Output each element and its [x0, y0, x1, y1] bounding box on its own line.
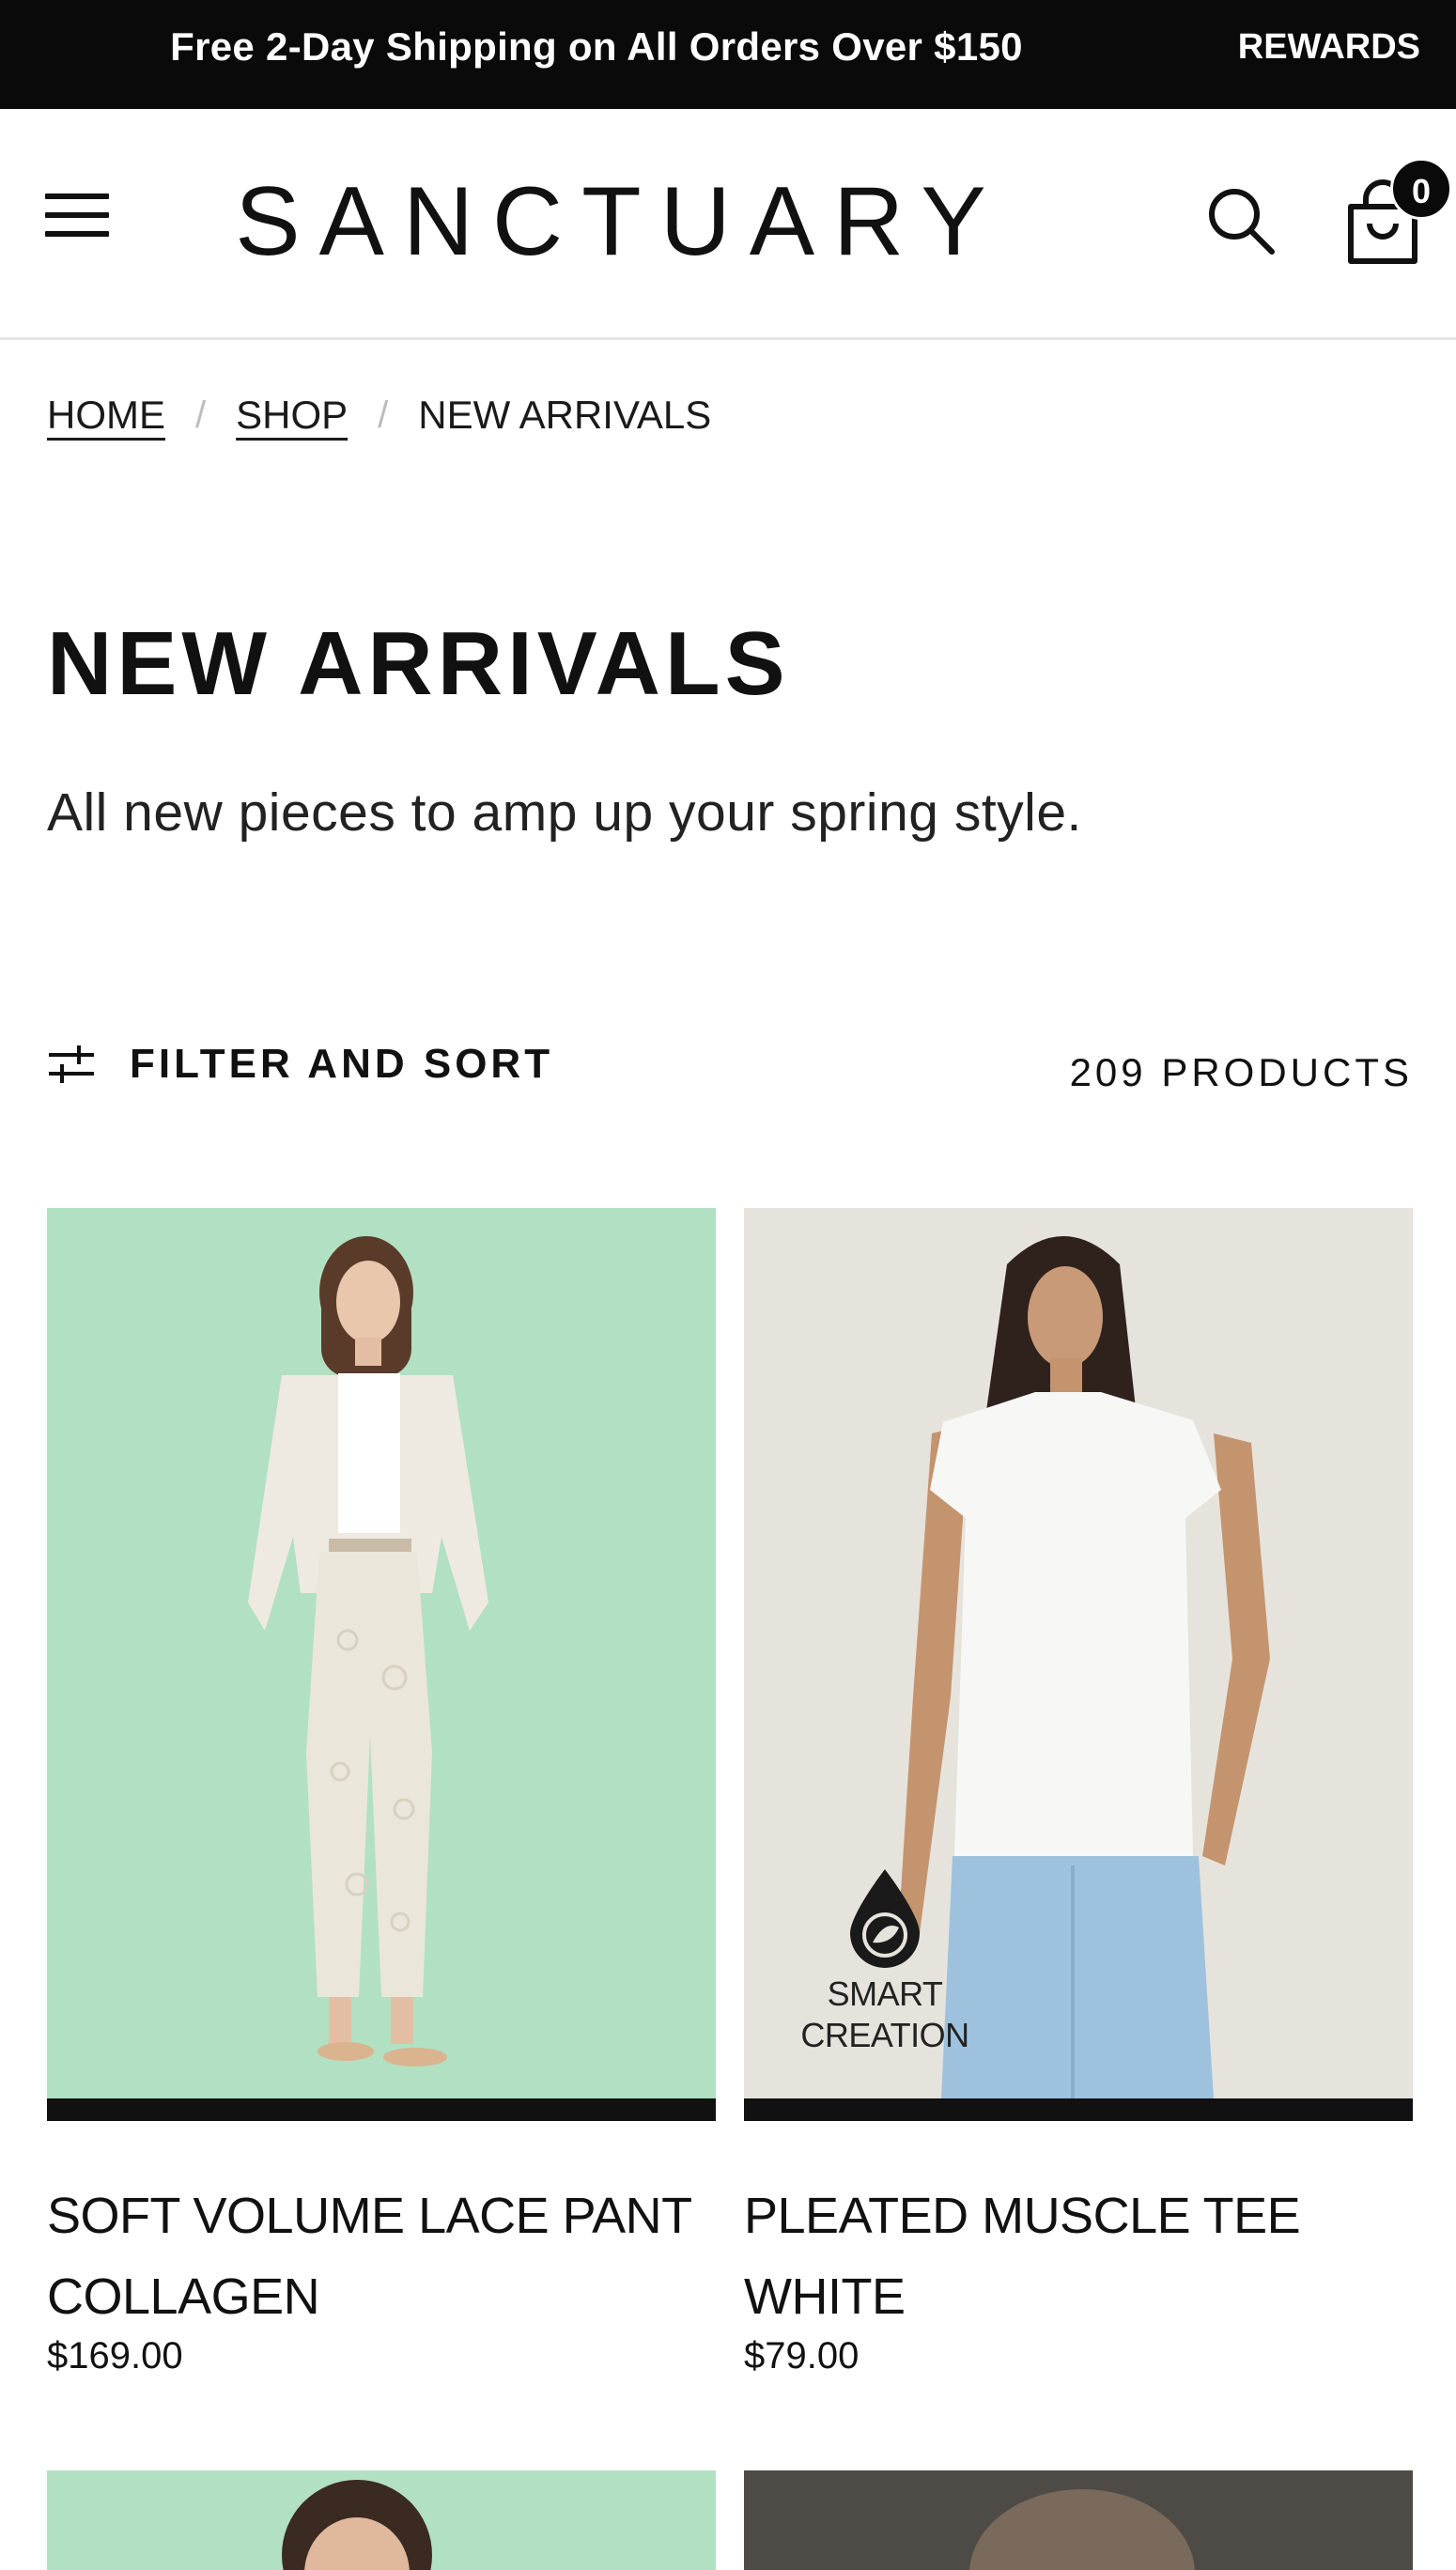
site-header: SANCTUARY 0: [0, 109, 1456, 340]
search-icon[interactable]: [1202, 182, 1278, 257]
breadcrumb-separator: /: [378, 394, 389, 436]
smart-creation-badge: SMART CREATION: [772, 1866, 998, 2056]
product-price: $79.00: [744, 2335, 860, 2376]
product-image[interactable]: [47, 1208, 716, 2098]
announcement-bar: Free 2-Day Shipping on All Orders Over $…: [0, 0, 1456, 109]
rewards-link[interactable]: REWARDS: [1238, 0, 1420, 94]
page-title: NEW ARRIVALS: [47, 613, 790, 714]
image-progress-bar: [744, 2098, 1413, 2121]
filter-sliders-icon: [49, 1045, 94, 1083]
filter-and-sort-label: FILTER AND SORT: [130, 1041, 554, 1087]
product-card[interactable]: SOFT VOLUME LACE PANT COLLAGEN $169.00: [47, 1208, 716, 2392]
product-price: $169.00: [47, 2335, 183, 2376]
product-image[interactable]: [744, 2470, 1413, 2570]
product-card[interactable]: SMART CREATION PLEATED MUSCLE TEE WHITE $…: [744, 1208, 1413, 2392]
product-name[interactable]: PLEATED MUSCLE TEE WHITE: [744, 2175, 1456, 2337]
product-image[interactable]: [47, 2470, 716, 2570]
page-description: All new pieces to amp up your spring sty…: [47, 782, 1082, 843]
breadcrumb: HOME / SHOP / NEW ARRIVALS: [47, 393, 711, 438]
breadcrumb-current: NEW ARRIVALS: [418, 393, 712, 437]
smart-creation-label: SMART CREATION: [800, 1974, 969, 2054]
product-image[interactable]: SMART CREATION: [744, 1208, 1413, 2098]
cart-count-badge: 0: [1390, 158, 1452, 220]
filter-and-sort-button[interactable]: FILTER AND SORT: [47, 1041, 553, 1088]
breadcrumb-home[interactable]: HOME: [47, 393, 165, 438]
breadcrumb-separator: /: [195, 394, 207, 436]
shipping-promo-text: Free 2-Day Shipping on All Orders Over $…: [170, 24, 1023, 69]
breadcrumb-shop[interactable]: SHOP: [236, 393, 348, 438]
image-progress-bar: [47, 2098, 716, 2121]
water-drop-leaf-icon: [850, 1869, 920, 1968]
product-name[interactable]: SOFT VOLUME LACE PANT COLLAGEN: [47, 2175, 761, 2337]
product-count: 209 PRODUCTS: [1069, 1050, 1413, 1094]
